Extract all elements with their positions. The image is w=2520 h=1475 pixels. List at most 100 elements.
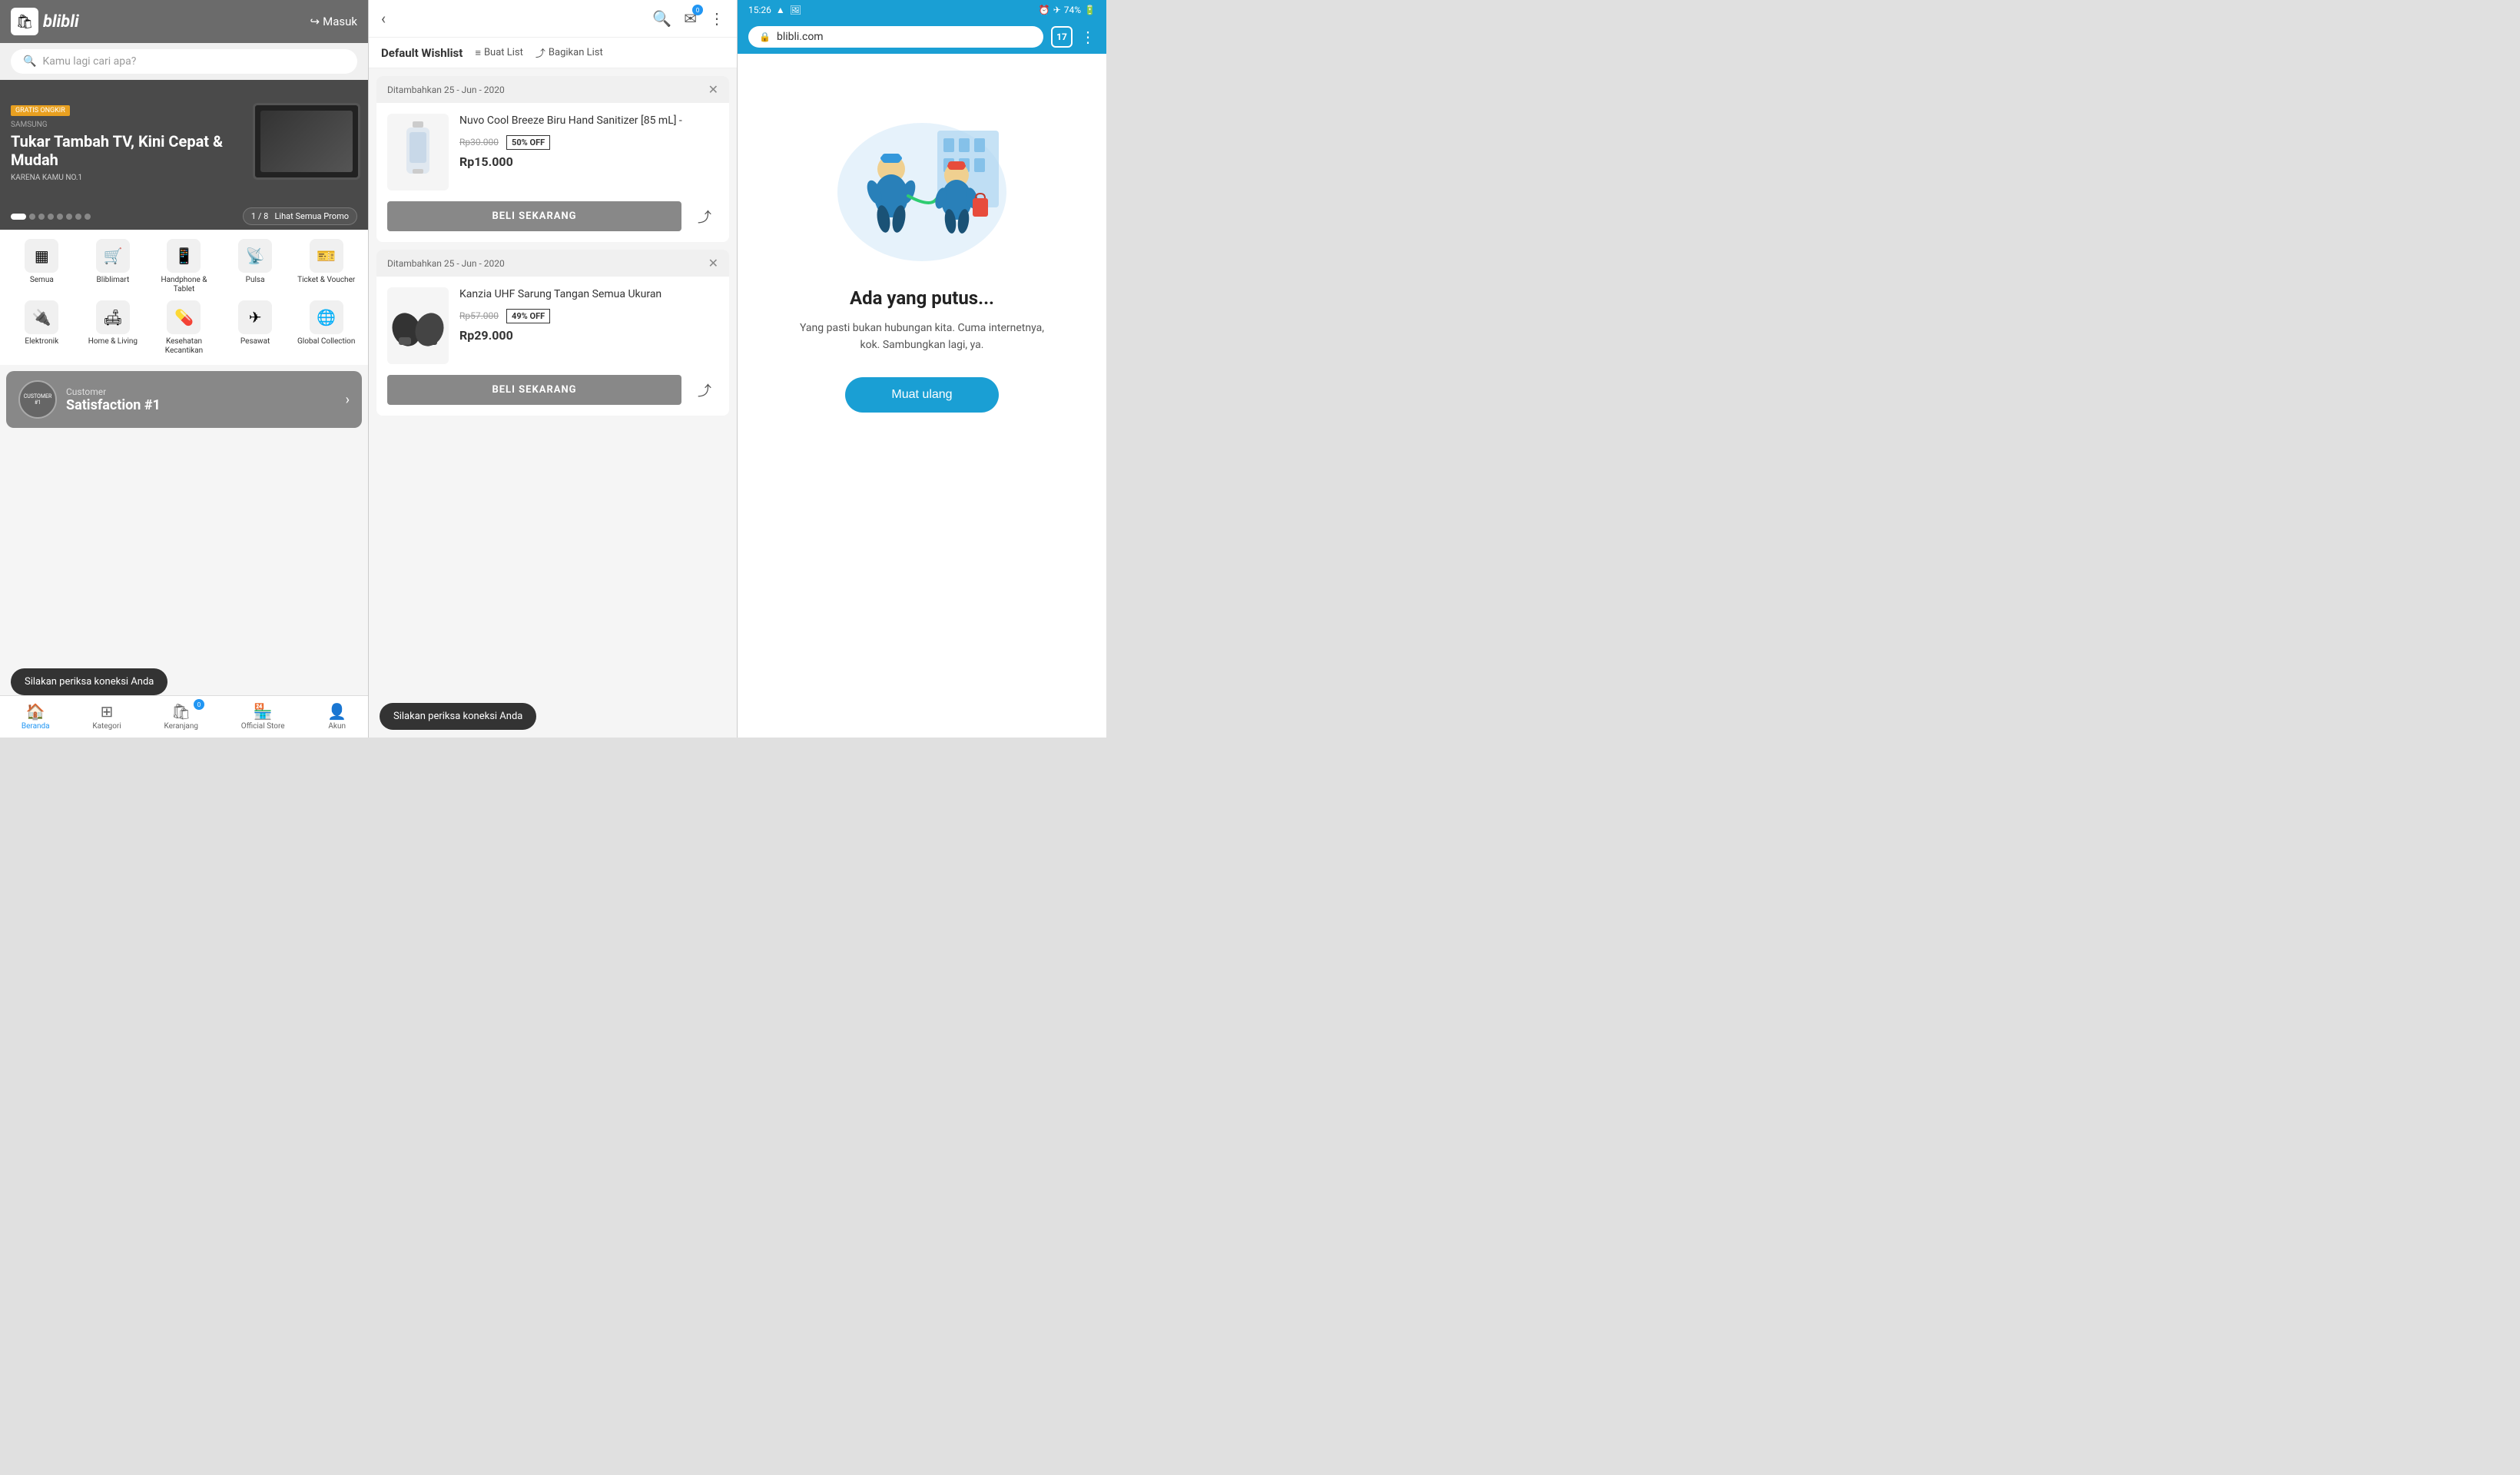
satisfaction-banner[interactable]: CUSTOMER #1 Customer Satisfaction #1 › — [6, 371, 362, 428]
cat-kesehatan[interactable]: 💊 Kesehatan Kecantikan — [151, 300, 217, 356]
status-right: ⏰ ✈ 74% 🔋 — [1039, 5, 1096, 15]
cat-global-icon: 🌐 — [310, 300, 343, 334]
airplane-icon: ✈ — [1053, 5, 1061, 15]
share-icon: ⤴ — [698, 207, 711, 227]
cat-home[interactable]: 🛋 Home & Living — [81, 300, 146, 356]
cat-semua-icon: ▦ — [25, 239, 58, 273]
bagikan-list-button[interactable]: ⤴ Bagikan List — [536, 45, 603, 60]
url-text: blibli.com — [777, 31, 824, 43]
dot-8 — [85, 214, 91, 220]
nav-official-store[interactable]: 🏪 Official Store — [241, 702, 285, 731]
cat-elektronik-icon: 🔌 — [25, 300, 58, 334]
battery-icon: 🔋 — [1084, 5, 1096, 15]
battery-level: 74% — [1064, 5, 1081, 15]
list-icon: ≡ — [475, 47, 481, 59]
cat-handphone-label: Handphone & Tablet — [151, 276, 217, 294]
satisfaction-text: Customer Satisfaction #1 — [66, 386, 337, 413]
wishlist-title: Default Wishlist — [381, 46, 463, 60]
brand-label: SAMSUNG — [11, 121, 234, 129]
item-1-actions: BELI SEKARANG ⤴ — [376, 201, 729, 242]
item-1-original-price: Rp30.000 — [459, 137, 499, 148]
item-1-final-price: Rp15.000 — [459, 154, 718, 169]
panel-wishlist: ‹ 🔍 ✉ 0 ⋮ Default Wishlist ≡ Buat List ⤴… — [369, 0, 738, 738]
item-1-discount-badge: 50% OFF — [506, 135, 550, 150]
wishlist-item-2: Ditambahkan 25 - Jun - 2020 ✕ Kanzia UHF… — [376, 250, 729, 416]
cat-pulsa[interactable]: 📡 Pulsa — [223, 239, 288, 294]
browser-bar: 🔒 blibli.com 17 ⋮ — [738, 20, 1106, 54]
item-2-image — [387, 287, 449, 364]
cat-pesawat[interactable]: ✈ Pesawat — [223, 300, 288, 356]
buat-list-button[interactable]: ≡ Buat List — [475, 47, 523, 59]
cat-global[interactable]: 🌐 Global Collection — [293, 300, 359, 356]
item-1-close-button[interactable]: ✕ — [708, 82, 718, 97]
item-2-actions: BELI SEKARANG ⤴ — [376, 375, 729, 416]
cat-pesawat-label: Pesawat — [240, 337, 270, 346]
message-badge: 0 — [692, 5, 703, 15]
tabs-button[interactable]: 17 — [1051, 26, 1073, 48]
category-grid: ▦ Semua 🛒 Bliblimart 📱 Handphone & Table… — [0, 230, 368, 365]
nav-akun[interactable]: 👤 Akun — [327, 702, 346, 731]
reload-button[interactable]: Muat ulang — [845, 377, 998, 413]
cat-semua[interactable]: ▦ Semua — [9, 239, 75, 294]
item-2-close-button[interactable]: ✕ — [708, 256, 718, 270]
login-icon: ↪ — [310, 15, 320, 28]
search-input[interactable]: 🔍 Kamu lagi cari apa? — [11, 49, 357, 74]
nav-keranjang-icon: 🛍 — [171, 702, 191, 721]
nav-keranjang[interactable]: 🛍 0 Keranjang — [164, 702, 198, 731]
satisfaction-arrow-icon: › — [346, 392, 350, 408]
cat-bliblimart-label: Bliblimart — [97, 276, 130, 285]
cat-elektronik-label: Elektronik — [25, 337, 58, 346]
login-button[interactable]: ↪ Masuk — [310, 15, 357, 28]
item-2-body: Kanzia UHF Sarung Tangan Semua Ukuran Rp… — [376, 277, 729, 375]
cat-handphone[interactable]: 📱 Handphone & Tablet — [151, 239, 217, 294]
cat-kesehatan-label: Kesehatan Kecantikan — [151, 337, 217, 356]
banner-subtitle: KARENA KAMU NO.1 — [11, 174, 234, 182]
alert-icon: ▲ — [776, 5, 785, 15]
item-2-name: Kanzia UHF Sarung Tangan Semua Ukuran — [459, 287, 718, 303]
item-2-share-button[interactable]: ⤴ — [691, 376, 718, 404]
search-icon[interactable]: 🔍 — [652, 9, 671, 28]
error-description: Yang pasti bukan hubungan kita. Cuma int… — [799, 320, 1045, 354]
dot-6 — [66, 214, 72, 220]
item-1-share-button[interactable]: ⤴ — [691, 203, 718, 230]
back-button[interactable]: ‹ — [381, 9, 386, 28]
cat-home-label: Home & Living — [88, 337, 138, 346]
cat-bliblimart[interactable]: 🛒 Bliblimart — [81, 239, 146, 294]
nav-beranda[interactable]: 🏠 Beranda — [22, 702, 50, 731]
wishlist-bar: Default Wishlist ≡ Buat List ⤴ Bagikan L… — [369, 38, 737, 68]
item-2-prices: Rp57.000 49% OFF — [459, 309, 718, 323]
item-2-buy-button[interactable]: BELI SEKARANG — [387, 375, 681, 405]
nav-akun-icon: 👤 — [327, 702, 346, 721]
share-icon: ⤴ — [698, 380, 711, 400]
panel-browser: 15:26 ▲ 🖼 ⏰ ✈ 74% 🔋 🔒 blibli.com 17 ⋮ — [738, 0, 1106, 738]
more-icon[interactable]: ⋮ — [709, 9, 724, 28]
message-icon[interactable]: ✉ 0 — [684, 9, 697, 28]
error-page: Ada yang putus... Yang pasti bukan hubun… — [738, 54, 1106, 738]
nav-kategori[interactable]: ⊞ Kategori — [92, 702, 121, 731]
browser-menu-button[interactable]: ⋮ — [1080, 28, 1096, 46]
wishlist-header: ‹ 🔍 ✉ 0 ⋮ — [369, 0, 737, 38]
cat-ticket[interactable]: 🎫 Ticket & Voucher — [293, 239, 359, 294]
promo-banner[interactable]: GRATIS ONGKIR SAMSUNG Tukar Tambah TV, K… — [0, 80, 368, 203]
satisfaction-badge: CUSTOMER #1 — [18, 380, 57, 419]
cat-bliblimart-icon: 🛒 — [96, 239, 130, 273]
promo-button[interactable]: 1 / 8 Lihat Semua Promo — [243, 207, 357, 225]
cat-pesawat-icon: ✈ — [238, 300, 272, 334]
status-time: 15:26 — [748, 5, 771, 15]
url-bar[interactable]: 🔒 blibli.com — [748, 26, 1043, 48]
dot-2 — [29, 214, 35, 220]
error-title: Ada yang putus... — [850, 287, 994, 309]
dot-3 — [38, 214, 45, 220]
banner-title: Tukar Tambah TV, Kini Cepat & Mudah — [11, 132, 234, 169]
item-1-header: Ditambahkan 25 - Jun - 2020 ✕ — [376, 76, 729, 103]
item-1-info: Nuvo Cool Breeze Biru Hand Sanitizer [85… — [459, 114, 718, 177]
p2-connection-notice: Silakan periksa koneksi Anda — [380, 703, 536, 730]
cat-elektronik[interactable]: 🔌 Elektronik — [9, 300, 75, 356]
nav-beranda-icon: 🏠 — [26, 702, 45, 721]
share-icon: ⤴ — [536, 45, 545, 60]
search-icon: 🔍 — [23, 55, 36, 68]
bottom-navigation: 🏠 Beranda ⊞ Kategori 🛍 0 Keranjang 🏪 Off… — [0, 695, 368, 738]
item-1-buy-button[interactable]: BELI SEKARANG — [387, 201, 681, 231]
dot-5 — [57, 214, 63, 220]
item-1-image — [387, 114, 449, 191]
